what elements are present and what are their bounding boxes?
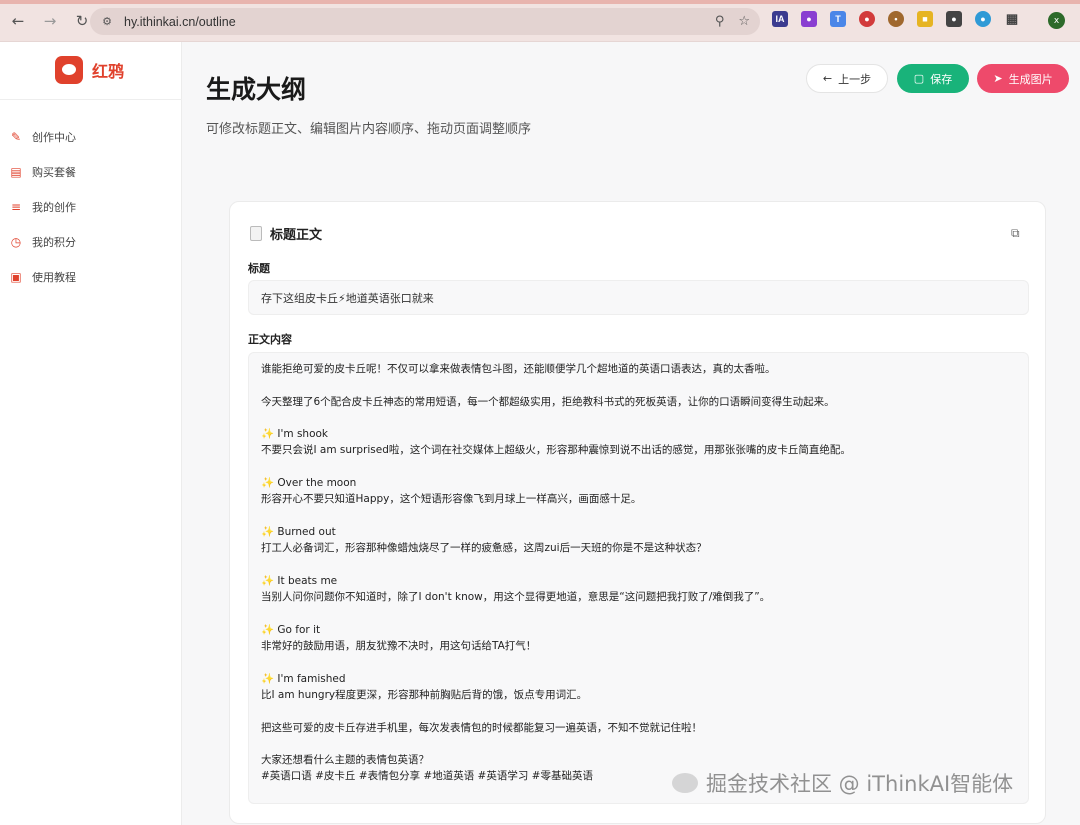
profile-avatar[interactable]: x bbox=[1048, 12, 1065, 29]
content-line: ✨ I'm famished bbox=[261, 672, 346, 685]
card-title: 标题正文 bbox=[270, 228, 323, 243]
content-blank-line bbox=[261, 736, 1016, 752]
arrow-left-icon: ← bbox=[822, 72, 833, 85]
generate-image-button[interactable]: ➤ 生成图片 bbox=[977, 64, 1069, 93]
content-line: ✨ Over the moon bbox=[261, 477, 357, 490]
robot-extension-icon[interactable]: ● bbox=[946, 11, 962, 27]
content-line: 不要只会说I am surprised啦，这个词在社交媒体上超级火，形容那种震惊… bbox=[261, 444, 851, 457]
content-line: 把这些可爱的皮卡丘存进手机里，每次发表情包的时候都能复习一遍英语，不知不觉就记住… bbox=[261, 721, 702, 734]
watermark-text: 掘金技术社区 @ iThinkAI智能体 bbox=[706, 772, 1014, 796]
sidebar: 红鸦 ✎ 创作中心 ▤ 购买套餐 ≡ 我的创作 ◷ 我的积分 ▣ 使用教程 bbox=[0, 42, 182, 825]
content-blank-line bbox=[261, 703, 1016, 719]
card-icon: ▤ bbox=[10, 164, 22, 179]
clock-icon: ◷ bbox=[10, 234, 22, 249]
back-arrow-icon[interactable]: ← bbox=[4, 7, 32, 35]
back-button-label: 上一步 bbox=[838, 72, 872, 86]
generate-button-label: 生成图片 bbox=[1008, 72, 1053, 86]
content-line: 今天整理了6个配合皮卡丘神态的常用短语，每一个都超级实用，拒绝教科书式的死板英语… bbox=[261, 395, 835, 408]
page-subtitle: 可修改标题正文、编辑图片内容顺序、拖动页面调整顺序 bbox=[206, 122, 532, 137]
sidebar-item-label: 我的积分 bbox=[32, 235, 76, 249]
content-line: 大家还想看什么主题的表情包英语？ bbox=[261, 754, 429, 767]
bookmark-star-icon[interactable]: ☆ bbox=[738, 14, 750, 29]
brand[interactable]: 红鸦 bbox=[55, 56, 124, 84]
page-title: 生成大纲 bbox=[206, 75, 307, 104]
browser-toolbar: ← → ↻ ⚙ hy.ithinkai.cn/outline ⚲ ☆ IA ● … bbox=[0, 0, 1080, 42]
puzzle-extension-icon[interactable]: ▦ bbox=[1004, 11, 1020, 27]
list-icon: ≡ bbox=[10, 199, 22, 214]
globe-extension-icon[interactable]: ● bbox=[975, 11, 991, 27]
pen-icon: ✎ bbox=[10, 129, 22, 144]
card-header: 标题正文 bbox=[250, 224, 322, 243]
content-line: 形容开心不要只知道Happy，这个短语形容像飞到月球上一样高兴，画面感十足。 bbox=[261, 493, 642, 506]
content-line: 打工人必备词汇，形容那种像蜡烛烧尽了一样的疲惫感，这周zui后一天班的你是不是这… bbox=[261, 542, 707, 555]
address-bar[interactable]: ⚙ hy.ithinkai.cn/outline ⚲ ☆ bbox=[90, 8, 760, 35]
sidebar-item-my-points[interactable]: ◷ 我的积分 bbox=[0, 224, 182, 259]
sidebar-item-tutorial[interactable]: ▣ 使用教程 bbox=[0, 259, 182, 294]
content-line: 比I am hungry程度更深，形容那种前胸贴后背的饿，饭点专用词汇。 bbox=[261, 688, 588, 701]
content-blank-line bbox=[261, 410, 1016, 426]
site-info-icon[interactable]: ⚙ bbox=[100, 15, 114, 29]
title-input[interactable]: 存下这组皮卡丘⚡地道英语张口就来 bbox=[248, 280, 1029, 315]
sidebar-item-label: 购买套餐 bbox=[32, 165, 76, 179]
sidebar-item-label: 我的创作 bbox=[32, 200, 76, 214]
save-button[interactable]: ▢ 保存 bbox=[897, 64, 969, 93]
content-field-label: 正文内容 bbox=[248, 333, 292, 346]
content-line: ✨ I'm shook bbox=[261, 428, 329, 441]
wechat-icon bbox=[672, 773, 698, 793]
forward-arrow-icon[interactable]: → bbox=[36, 7, 64, 35]
extensions-bar: IA ● T ● • ■ ● ● ▦ bbox=[772, 11, 1020, 27]
sidebar-item-label: 使用教程 bbox=[32, 270, 76, 284]
content-blank-line bbox=[261, 459, 1016, 475]
content-blank-line bbox=[261, 508, 1016, 524]
translate-extension-icon[interactable]: T bbox=[830, 11, 846, 27]
content-line: ✨ It beats me bbox=[261, 574, 338, 587]
brand-name: 红鸦 bbox=[92, 62, 125, 81]
save-disk-icon: ▢ bbox=[913, 72, 925, 85]
back-button[interactable]: ← 上一步 bbox=[806, 64, 888, 93]
watermark: 掘金技术社区 @ iThinkAI智能体 bbox=[672, 768, 1013, 798]
sidebar-item-create-center[interactable]: ✎ 创作中心 bbox=[0, 119, 182, 154]
pokeball-extension-icon[interactable]: ● bbox=[859, 11, 875, 27]
copy-icon[interactable]: ⧉ bbox=[1011, 226, 1023, 240]
content-line: 当别人问你问题你不知道时，除了I don't know，用这个显得更地道，意思是… bbox=[261, 591, 771, 604]
purple-extension-icon[interactable]: ● bbox=[801, 11, 817, 27]
sidebar-item-buy-plan[interactable]: ▤ 购买套餐 bbox=[0, 154, 182, 189]
content-textarea[interactable]: 谁能拒绝可爱的皮卡丘呢！不仅可以拿来做表情包斗图，还能顺便学几个超地道的英语口语… bbox=[248, 352, 1029, 804]
content-line: 谁能拒绝可爱的皮卡丘呢！不仅可以拿来做表情包斗图，还能顺便学几个超地道的英语口语… bbox=[261, 363, 776, 375]
content-blank-line bbox=[261, 377, 1016, 393]
book-icon: ▣ bbox=[10, 269, 22, 284]
send-icon: ➤ bbox=[993, 72, 1003, 85]
sidebar-divider bbox=[0, 99, 182, 100]
cookie-extension-icon[interactable]: • bbox=[888, 11, 904, 27]
title-input-value: 存下这组皮卡丘⚡地道英语张口就来 bbox=[261, 291, 434, 305]
ia-extension-icon[interactable]: IA bbox=[772, 11, 788, 27]
zoom-icon[interactable]: ⚲ bbox=[715, 14, 725, 29]
sidebar-menu: ✎ 创作中心 ▤ 购买套餐 ≡ 我的创作 ◷ 我的积分 ▣ 使用教程 bbox=[0, 119, 182, 294]
content-line: 非常好的鼓励用语，朋友犹豫不决时，用这句话给TA打气！ bbox=[261, 640, 537, 653]
save-button-label: 保存 bbox=[930, 72, 953, 86]
yellow-extension-icon[interactable]: ■ bbox=[917, 11, 933, 27]
document-icon bbox=[250, 226, 262, 241]
title-field-label: 标题 bbox=[248, 262, 270, 275]
content-line: ✨ Go for it bbox=[261, 623, 321, 636]
content-blank-line bbox=[261, 654, 1016, 670]
url-text: hy.ithinkai.cn/outline bbox=[124, 14, 236, 29]
title-content-card: 标题正文 ⧉ 标题 存下这组皮卡丘⚡地道英语张口就来 正文内容 谁能拒绝可爱的皮… bbox=[229, 201, 1046, 824]
tab-strip-edge bbox=[0, 0, 1080, 4]
brand-logo-icon bbox=[55, 56, 83, 84]
content-blank-line bbox=[261, 605, 1016, 621]
sidebar-item-label: 创作中心 bbox=[32, 130, 76, 144]
sidebar-item-my-creations[interactable]: ≡ 我的创作 bbox=[0, 189, 182, 224]
content-blank-line bbox=[261, 557, 1016, 573]
content-line: ✨ Burned out bbox=[261, 525, 336, 538]
